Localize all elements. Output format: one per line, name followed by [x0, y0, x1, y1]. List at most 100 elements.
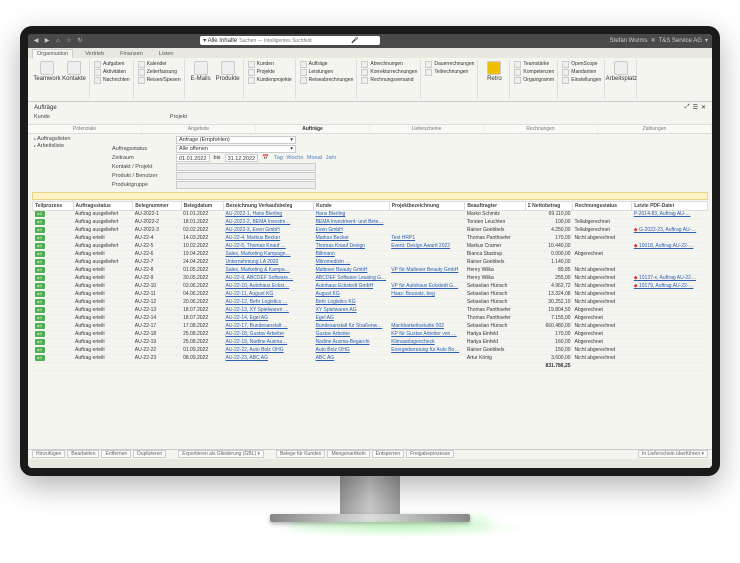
cell-projekt-link[interactable]	[389, 258, 465, 266]
cell-kunde-link[interactable]: Bundesanstalt für Straßenw…	[314, 322, 390, 330]
table-row[interactable]: A2Auftrag ausgeliefertAU-22-724.04.2022U…	[33, 258, 708, 266]
filter-kontakt-input[interactable]	[176, 163, 316, 171]
table-row[interactable]: A2Auftrag erteiltAU-22-930.05.2022AU-22-…	[33, 274, 708, 282]
subtab-rechnungen[interactable]: Rechnungen	[484, 125, 598, 133]
cell-kunde-link[interactable]: Autohaus Eckstedt GmbH	[314, 282, 390, 290]
ribbon-emails[interactable]: E-Mails	[189, 61, 213, 82]
filter-gruppe-input[interactable]	[176, 181, 316, 189]
subtab-lieferscheine[interactable]: Lieferscheine	[370, 125, 484, 133]
cell-pdf-link[interactable]	[632, 266, 708, 274]
period-woche[interactable]: Woche	[286, 155, 303, 161]
cell-kunde-link[interactable]: Markus Becker	[314, 234, 390, 242]
ribbon-reisen[interactable]: Reisen/Spesen	[138, 77, 181, 84]
cell-projekt-link[interactable]	[389, 226, 465, 234]
cell-pdf-link[interactable]: ◆ G-2022-23, Auftrag AU-…	[632, 226, 708, 234]
cell-projekt-link[interactable]	[389, 298, 465, 306]
cell-projekt-link[interactable]: KP für Gustav Arbeiter von …	[389, 330, 465, 338]
ribbon-organigramm[interactable]: Organigramm	[514, 77, 554, 84]
table-row[interactable]: A2Auftrag ausgeliefertAU-2022-101.01.202…	[33, 210, 708, 218]
table-row[interactable]: A2Auftrag erteiltAU-22-2308.09.2022AU-22…	[33, 354, 708, 362]
col-kunde[interactable]: Kunde	[314, 201, 390, 210]
cell-bezeichnung-link[interactable]: AU-22-10, Autohaus Eckst…	[224, 282, 314, 290]
current-user[interactable]: Stefan Wurms	[610, 38, 648, 44]
search-input[interactable]	[239, 38, 349, 44]
tab-organisation[interactable]: Organisation	[32, 49, 73, 58]
cell-bezeichnung-link[interactable]: AU-22-11, August KG	[224, 290, 314, 298]
cell-pdf-link[interactable]	[632, 338, 708, 346]
cell-projekt-link[interactable]: Energieberatung für Auto Bo…	[389, 346, 465, 354]
table-row[interactable]: A2Auftrag erteiltAU-22-414.03.2022AU-22-…	[33, 234, 708, 242]
cell-kunde-link[interactable]: BEMA Investment- und Bete…	[314, 218, 390, 226]
cell-kunde-link[interactable]: Billmann	[314, 250, 390, 258]
table-row[interactable]: A2Auftrag erteiltAU-22-1220.06.2022AU-22…	[33, 298, 708, 306]
cell-bezeichnung-link[interactable]: Sales, Marketing & Kampa…	[224, 266, 314, 274]
btn-export[interactable]: Exportieren als Gliederung (GBL) ▾	[178, 450, 264, 458]
cell-pdf-link[interactable]: P-2014-83, Auftrag AU-…	[632, 210, 708, 218]
table-row[interactable]: A2Auftrag erteiltAU-22-801.05.2022Sales,…	[33, 266, 708, 274]
btn-entsperren[interactable]: Entsperren	[372, 450, 404, 458]
cell-projekt-link[interactable]: VP für Malteser Beauty GmbH	[389, 266, 465, 274]
ribbon-auftraege[interactable]: Aufträge	[300, 61, 354, 68]
table-row[interactable]: A2Auftrag erteiltAU-22-1104.06.2022AU-22…	[33, 290, 708, 298]
cell-kunde-link[interactable]: Hans Bierling	[314, 210, 390, 218]
col-bezeichnung[interactable]: Bezeichnung Verkaufsbeleg	[224, 201, 314, 210]
col-pdf[interactable]: Letzte PDF-Datei	[632, 201, 708, 210]
period-jahr[interactable]: Jahr	[326, 155, 337, 161]
cell-bezeichnung-link[interactable]: AU-22-18, Gustav Arbeiter	[224, 330, 314, 338]
table-row[interactable]: A2Auftrag erteiltAU-22-1925.08.2022AU-22…	[33, 338, 708, 346]
cell-bezeichnung-link[interactable]: AU-22-22, Auto Bolz OHG	[224, 346, 314, 354]
view-list-icon[interactable]: ☰	[693, 104, 698, 111]
cell-pdf-link[interactable]: ◆ 10137-x, Auftrag AU-22…	[632, 274, 708, 282]
tab-vertrieb[interactable]: Vertrieb	[81, 50, 108, 58]
ribbon-kalender[interactable]: Kalender	[138, 61, 181, 68]
cell-bezeichnung-link[interactable]: AU-22-5, Thomas Knauf …	[224, 242, 314, 250]
cell-bezeichnung-link[interactable]: Unternehmung LA 2020	[224, 258, 314, 266]
ribbon-arbeitsplatz[interactable]: Arbeitsplatz	[609, 61, 633, 82]
col-rechnungsstatus[interactable]: Rechnungsstatus	[573, 201, 632, 210]
table-row[interactable]: A2Auftrag erteiltAU-22-1318.07.2022AU-22…	[33, 306, 708, 314]
cell-kunde-link[interactable]: XY Spielwaren AG	[314, 306, 390, 314]
cell-kunde-link[interactable]: August KG	[314, 290, 390, 298]
cell-pdf-link[interactable]: ◆ 10018, Auftrag AU-22-…	[632, 242, 708, 250]
company-dropdown-icon[interactable]: ▾	[705, 37, 708, 44]
cell-projekt-link[interactable]	[389, 314, 465, 322]
ribbon-aktivitaeten[interactable]: Aktivitäten	[94, 69, 130, 76]
filter-status-dropdown[interactable]: Alle offenen▾	[176, 145, 296, 153]
table-row[interactable]: A2Auftrag erteiltAU-22-1003.06.2022AU-22…	[33, 282, 708, 290]
cell-kunde-link[interactable]: Egel AG	[314, 314, 390, 322]
table-row[interactable]: A2Auftrag ausgeliefertAU-2022-218.01.202…	[33, 218, 708, 226]
ribbon-kontakte[interactable]: Kontakte	[62, 61, 86, 82]
ribbon-projekte[interactable]: Projekte	[248, 69, 292, 76]
btn-entfernen[interactable]: Entfernen	[101, 450, 131, 458]
col-netto[interactable]: Σ Nettobetrag	[525, 201, 572, 210]
cell-kunde-link[interactable]: Behr Logistics KG	[314, 298, 390, 306]
ribbon-korrektur[interactable]: Korrekturrechnungen	[361, 69, 417, 76]
cell-pdf-link[interactable]	[632, 234, 708, 242]
ribbon-einstellungen[interactable]: Einstellungen	[562, 77, 601, 84]
cell-projekt-link[interactable]	[389, 218, 465, 226]
nav-forward-icon[interactable]: ▶	[43, 37, 51, 45]
cell-kunde-link[interactable]: Malteser Beauty GmbH	[314, 266, 390, 274]
cell-bezeichnung-link[interactable]: AU-22-14, Egel AG	[224, 314, 314, 322]
cell-bezeichnung-link[interactable]: AU-22-23, ABC AG	[224, 354, 314, 362]
ribbon-produkte[interactable]: Produkte	[216, 61, 240, 82]
ribbon-mandanten[interactable]: Mandanten	[562, 69, 601, 76]
cell-bezeichnung-link[interactable]: AU-22-9, ABCDEF Software…	[224, 274, 314, 282]
period-tag[interactable]: Tag	[274, 155, 283, 161]
btn-lieferschein[interactable]: In Lieferschein überführen ▾	[638, 450, 708, 458]
tree-auftragslisten[interactable]: Auftragslisten	[34, 136, 104, 142]
cell-bezeichnung-link[interactable]: AU-22-12, Behr Logistics …	[224, 298, 314, 306]
view-expand-icon[interactable]: ⤢	[685, 104, 690, 111]
refresh-icon[interactable]: ↻	[76, 37, 84, 45]
table-row[interactable]: A2Auftrag erteiltAU-22-2201.09.2022AU-22…	[33, 346, 708, 354]
cell-kunde-link[interactable]: Nadine Ausma-Begarchi	[314, 338, 390, 346]
btn-bearbeiten[interactable]: Bearbeiten	[67, 450, 99, 458]
cell-projekt-link[interactable]: VP für Autohaus Eckstedt G…	[389, 282, 465, 290]
cell-kunde-link[interactable]: Gustav Arbeiter	[314, 330, 390, 338]
cell-bezeichnung-link[interactable]: AU-22-13, XY Spielwaren …	[224, 306, 314, 314]
nav-back-icon[interactable]: ◀	[32, 37, 40, 45]
cell-projekt-link[interactable]: Test HRP1	[389, 234, 465, 242]
cell-projekt-link[interactable]	[389, 306, 465, 314]
ribbon-reiseabrechnungen[interactable]: Reiseabrechnungen	[300, 77, 354, 84]
subtab-auftraege[interactable]: Aufträge	[256, 125, 370, 133]
